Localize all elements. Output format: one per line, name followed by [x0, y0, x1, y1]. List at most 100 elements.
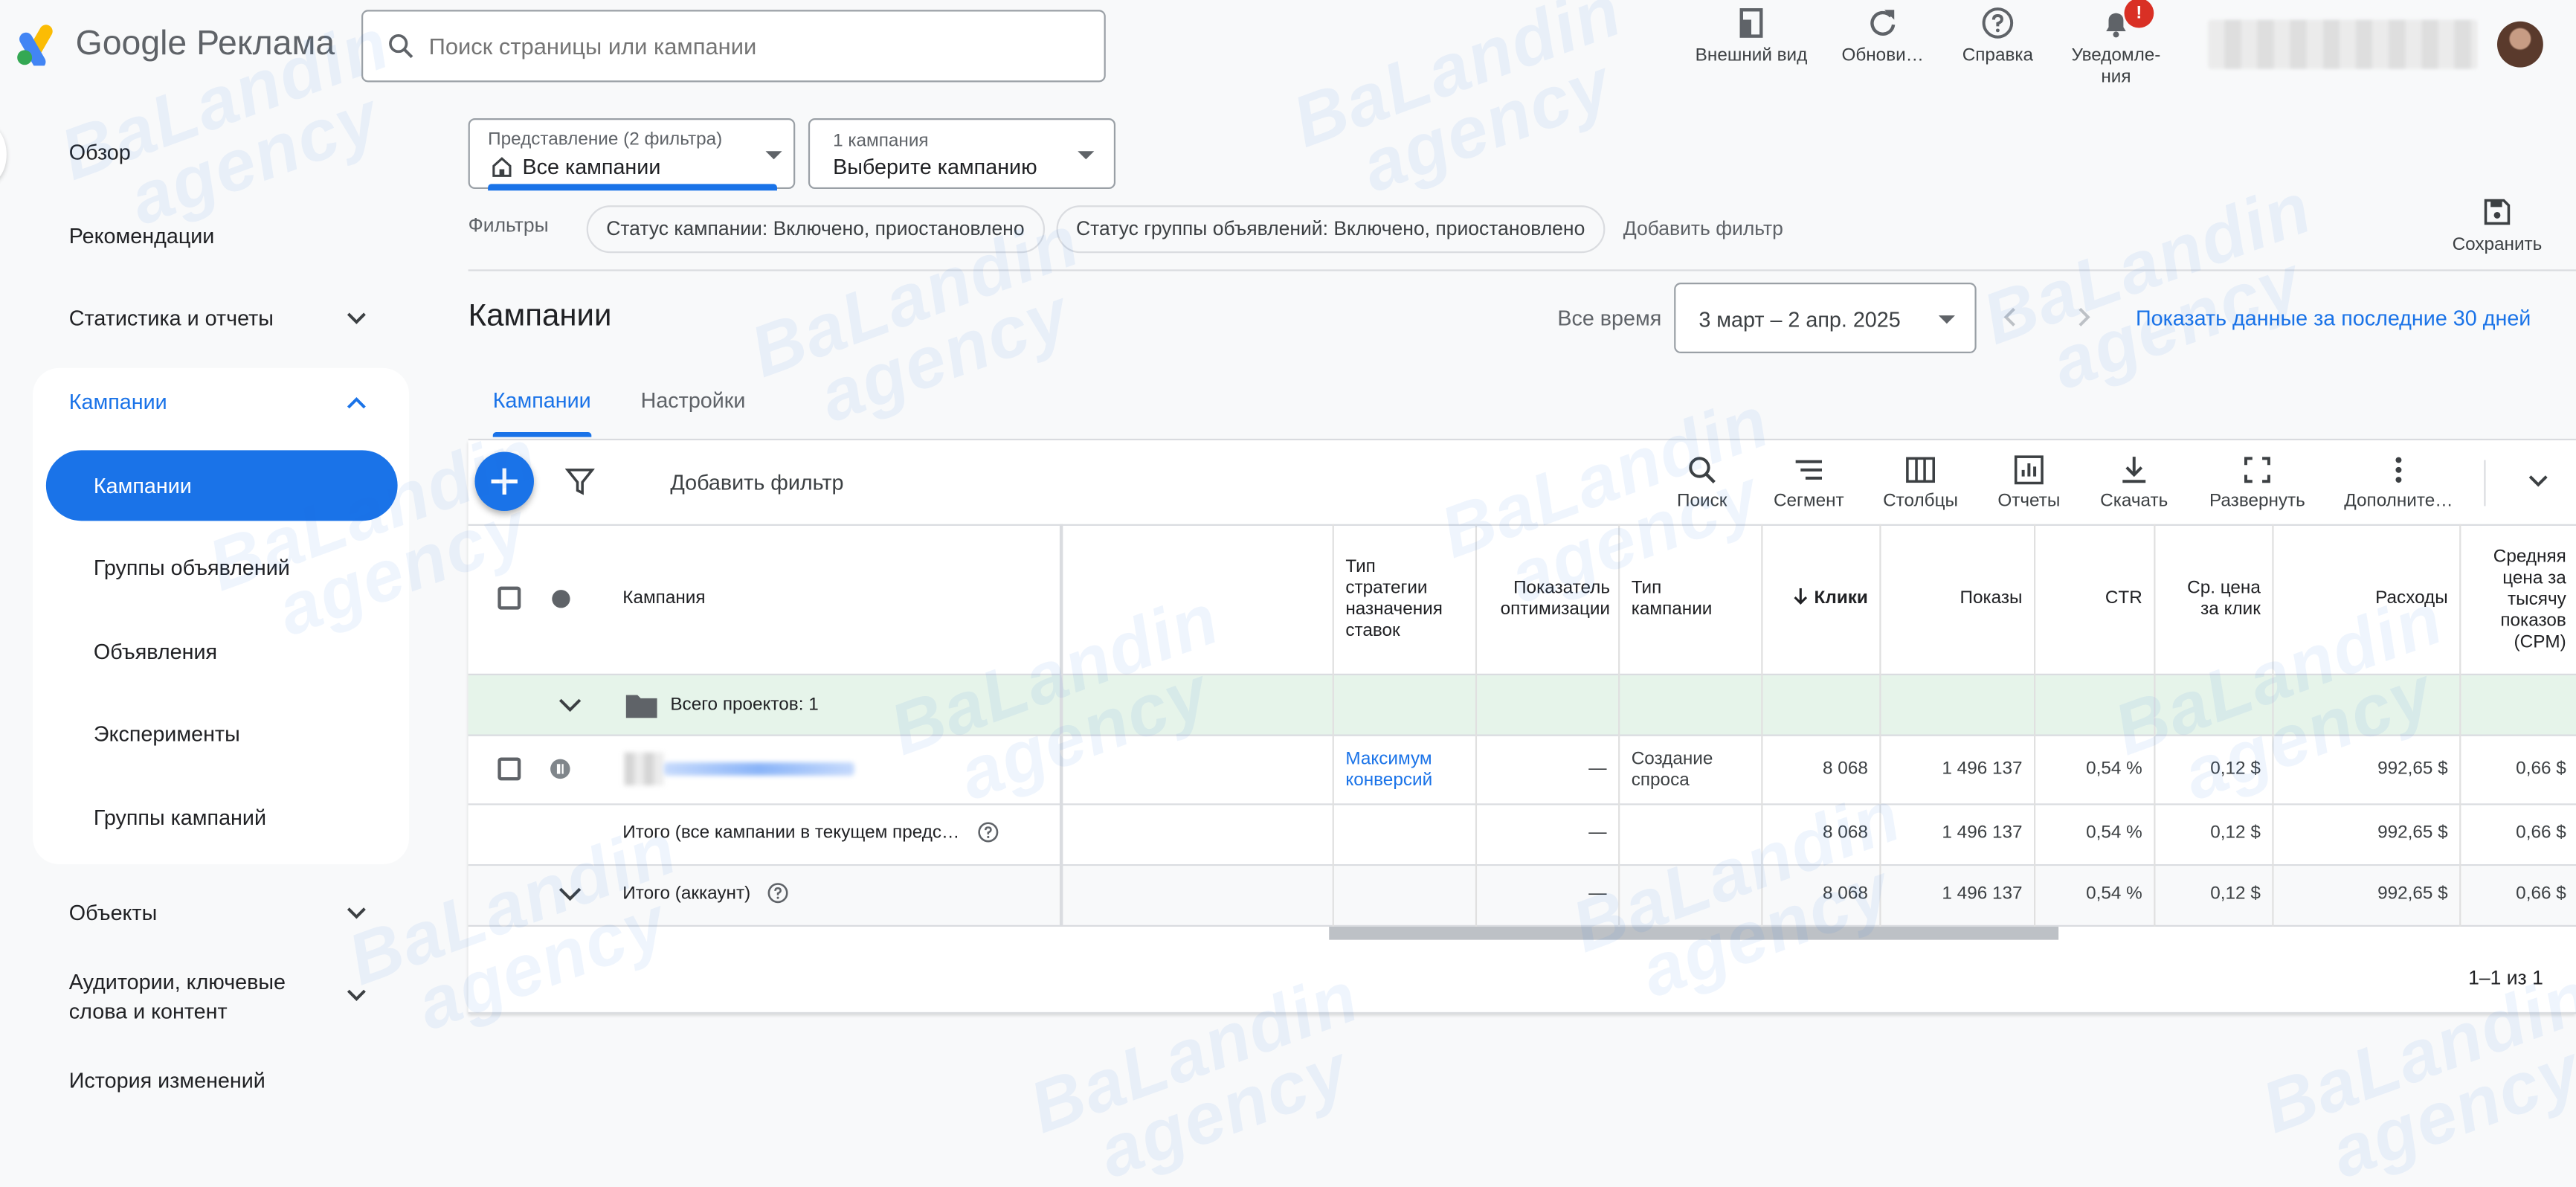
google-ads-logo-icon	[17, 25, 53, 66]
tabs-bar: Кампании Настройки	[468, 364, 2576, 441]
col-strategy[interactable]: Тип стратегии назначения ставок	[1345, 557, 1461, 643]
tool-reports[interactable]: Отчеты	[1974, 454, 2083, 511]
chevron-left-icon[interactable]	[2000, 306, 2023, 329]
toolbar-add-filter[interactable]: Добавить фильтр	[670, 470, 843, 495]
add-filter-link[interactable]: Добавить фильтр	[1623, 217, 1783, 240]
sidebar-item-stats[interactable]: Статистика и отчеты	[69, 304, 274, 334]
chevron-down-icon[interactable]	[2527, 470, 2550, 493]
campaign-selector[interactable]: 1 кампания Выберите кампанию	[808, 118, 1116, 190]
chevron-up-icon[interactable]	[345, 391, 368, 414]
view-selector[interactable]: Представление (2 фильтра) Все кампании	[468, 118, 796, 191]
tool-columns-label: Столбцы	[1883, 491, 1958, 512]
total-account-impressions: 1 496 137	[1942, 884, 2023, 904]
col-cpc[interactable]: Ср. цена за клик	[2166, 579, 2261, 621]
col-type[interactable]: Тип кампании	[1632, 579, 1730, 621]
col-ctr[interactable]: CTR	[2045, 588, 2142, 610]
tool-expand[interactable]: Развернуть	[2193, 454, 2321, 511]
col-divider	[2033, 524, 2036, 927]
help-button[interactable]: Справка	[1940, 7, 2055, 68]
chevron-down-icon[interactable]	[345, 307, 368, 330]
help-icon[interactable]	[767, 882, 789, 904]
tool-download[interactable]: Скачать	[2080, 454, 2189, 511]
logo-text: Google Реклама	[75, 25, 335, 62]
total-account-optimization: —	[1588, 884, 1607, 904]
sidebar-subitem-ads[interactable]: Объявления	[94, 637, 217, 667]
total-view-cpm: 0,66 $	[2516, 823, 2566, 843]
last-30-days-link[interactable]: Показать данные за последние 30 дней	[2136, 306, 2531, 330]
col-campaign[interactable]: Кампания	[622, 588, 705, 610]
strategy-link[interactable]: Максимум конверсий	[1345, 749, 1464, 791]
search-box[interactable]	[361, 10, 1106, 83]
sidebar-item-assets[interactable]: Объекты	[69, 898, 157, 928]
col-impressions[interactable]: Показы	[1890, 588, 2023, 610]
cell-cpc: 0,12 $	[2210, 759, 2261, 779]
sidebar-subitem-experiments[interactable]: Эксперименты	[94, 720, 240, 750]
campaign-name-blurred[interactable]	[663, 762, 854, 776]
tool-more[interactable]: Дополните…	[2338, 454, 2459, 511]
paused-status-icon[interactable]	[550, 759, 570, 779]
google-ads-logo[interactable]: Google Реклама	[16, 23, 335, 66]
notifications-button[interactable]: ! Уведомле-ния	[2058, 0, 2174, 89]
refresh-button[interactable]: Обнови…	[1825, 7, 1940, 68]
help-label: Справка	[1962, 45, 2034, 66]
refresh-label: Обнови…	[1841, 45, 1925, 66]
tab-campaigns[interactable]: Кампании	[493, 387, 591, 412]
cell-optimization: —	[1588, 759, 1607, 779]
avatar[interactable]	[2496, 21, 2543, 68]
nav-collapse-handle[interactable]	[0, 124, 7, 184]
chevron-down-icon[interactable]	[557, 882, 583, 905]
sidebar-item-recommendations[interactable]: Рекомендации	[69, 222, 215, 251]
view-selector-indicator	[488, 184, 777, 191]
pagination-info: 1–1 из 1	[2468, 966, 2543, 989]
filter-chip-adgroup-status[interactable]: Статус группы объявлений: Включено, прио…	[1056, 205, 1605, 254]
tab-settings[interactable]: Настройки	[641, 387, 746, 412]
sidebar-subitem-campaign-groups[interactable]: Группы кампаний	[94, 803, 266, 833]
select-all-checkbox[interactable]	[498, 586, 521, 610]
folder-icon	[625, 695, 657, 718]
add-campaign-button[interactable]	[474, 451, 534, 512]
appearance-icon	[1739, 8, 1763, 38]
chevron-right-icon[interactable]	[2072, 306, 2095, 329]
filter-icon[interactable]	[564, 466, 595, 496]
sidebar-item-overview[interactable]: Обзор	[69, 138, 131, 168]
tool-segment[interactable]: Сегмент	[1754, 454, 1863, 511]
plus-icon	[491, 468, 518, 495]
chevron-down-icon[interactable]	[557, 693, 583, 716]
row-checkbox[interactable]	[498, 757, 521, 781]
help-icon[interactable]	[977, 822, 999, 843]
tab-indicator	[492, 432, 592, 437]
col-cpm[interactable]: Средняя цена за тысячу показов (CPM)	[2471, 547, 2566, 654]
sidebar-subitem-adgroups[interactable]: Группы объявлений	[94, 554, 290, 584]
columns-icon	[1906, 457, 1935, 483]
app-root: Google Реклама Внешний вид Обнови… Справ…	[0, 0, 2576, 1187]
date-range-picker[interactable]: 3 март – 2 апр. 2025	[1674, 282, 1977, 353]
col-clicks[interactable]: Клики	[1774, 588, 1868, 610]
sidebar-item-campaigns[interactable]: Кампании	[69, 387, 167, 417]
appearance-label: Внешний вид	[1695, 45, 1808, 66]
cell-ctr: 0,54 %	[2086, 759, 2142, 779]
total-account-label: Итого (аккаунт)	[622, 884, 751, 904]
status-dot-icon[interactable]	[552, 590, 570, 608]
col-optimization[interactable]: Показатель оптимизации	[1485, 579, 1610, 621]
save-button[interactable]: Сохранить	[2444, 197, 2549, 254]
download-icon	[2122, 457, 2146, 483]
tool-search[interactable]: Поиск	[1648, 454, 1756, 511]
tool-columns[interactable]: Столбцы	[1867, 454, 1975, 511]
sidebar-subitem-campaigns[interactable]: Кампании	[45, 450, 398, 521]
chevron-down-icon[interactable]	[345, 984, 368, 1007]
sidebar-item-change-history[interactable]: История изменений	[69, 1067, 265, 1096]
chevron-down-icon[interactable]	[345, 902, 368, 925]
search-input[interactable]	[428, 33, 1054, 59]
sort-arrow-down-icon	[1794, 588, 1808, 605]
col-cost[interactable]: Расходы	[2284, 588, 2448, 610]
filter-chip-campaign-status[interactable]: Статус кампании: Включено, приостановлен…	[586, 205, 1045, 254]
appearance-button[interactable]: Внешний вид	[1694, 7, 1809, 68]
total-account-cost: 992,65 $	[2377, 884, 2448, 904]
group-row-label: Всего проектов: 1	[670, 695, 819, 715]
account-info-blurred[interactable]	[2208, 19, 2478, 69]
view-selector-small: Представление (2 фильтра)	[488, 129, 723, 150]
sidebar-item-audiences[interactable]: Аудитории, ключевые слова и контент	[69, 968, 332, 1027]
home-icon	[492, 157, 512, 177]
horizontal-scrollbar[interactable]	[1329, 926, 2059, 940]
col-divider	[1332, 524, 1334, 927]
